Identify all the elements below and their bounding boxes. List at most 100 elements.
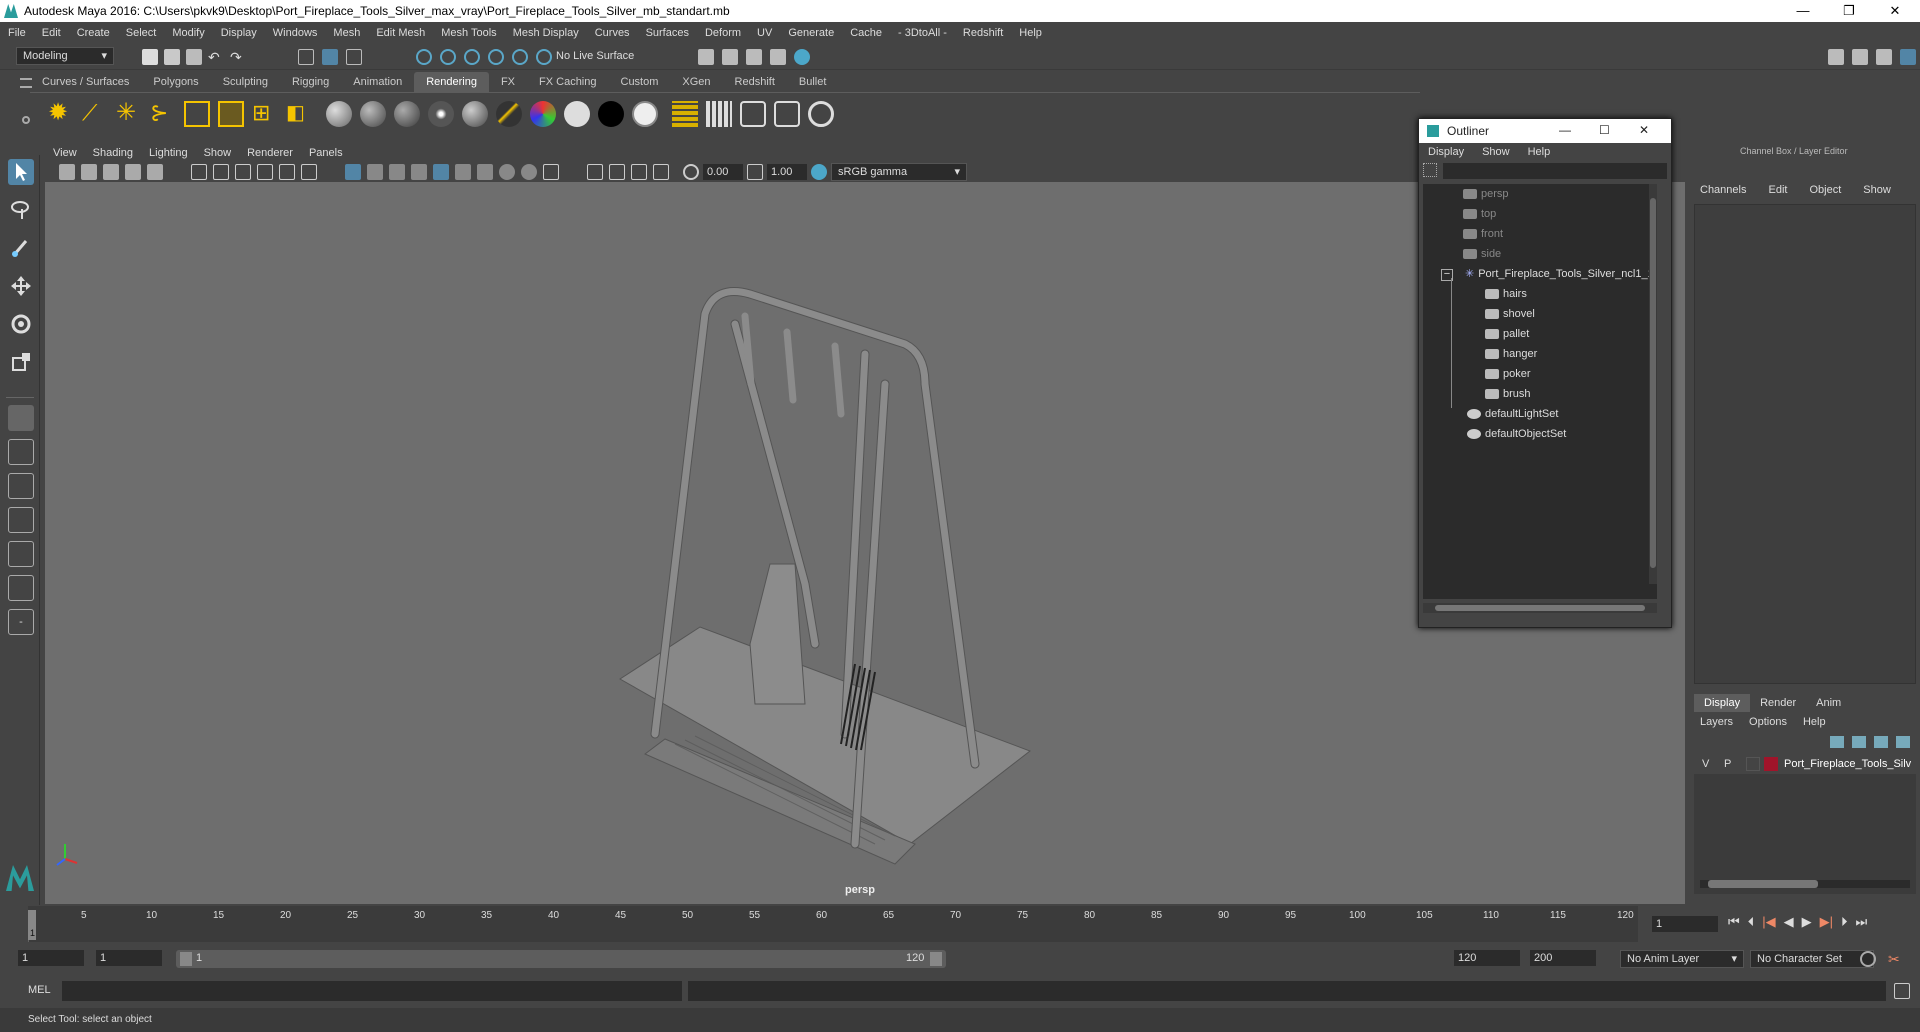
colorspace-dropdown[interactable]: sRGB gamma ▾: [831, 163, 967, 181]
new-layer-selected-icon[interactable]: [1896, 736, 1910, 748]
surface-shader-icon[interactable]: [462, 101, 488, 127]
outliner-menu-show[interactable]: Show: [1473, 146, 1519, 158]
shelf-settings-icon[interactable]: [22, 116, 30, 124]
attribute-editor-icon[interactable]: [1852, 49, 1868, 65]
xray-joints-icon[interactable]: [631, 164, 647, 180]
list-item[interactable]: brush: [1485, 384, 1531, 404]
layer-menu-help[interactable]: Help: [1803, 716, 1826, 728]
grid-toggle-icon[interactable]: [191, 164, 207, 180]
character-set-dropdown[interactable]: No Character Set: [1750, 950, 1874, 968]
color-management-icon[interactable]: [811, 164, 827, 180]
select-tool-icon[interactable]: [8, 159, 34, 185]
menu-windows[interactable]: Windows: [265, 22, 326, 44]
anim-layer-dropdown[interactable]: No Anim Layer ▾: [1620, 950, 1744, 968]
menu-redshift[interactable]: Redshift: [955, 22, 1011, 44]
mel-label[interactable]: MEL: [28, 984, 51, 996]
menu-modify[interactable]: Modify: [164, 22, 212, 44]
ipr-render-icon[interactable]: [746, 49, 762, 65]
animation-preferences-icon[interactable]: ✂: [1888, 951, 1904, 967]
directional-light-icon[interactable]: ⟋: [82, 101, 108, 127]
render-view-icon[interactable]: [698, 49, 714, 65]
bookmark-icon[interactable]: [103, 164, 119, 180]
image-plane-icon[interactable]: [125, 164, 141, 180]
layer-menu-options[interactable]: Options: [1749, 716, 1787, 728]
maximize-button[interactable]: ❐: [1826, 0, 1872, 22]
tab-rigging[interactable]: Rigging: [280, 72, 341, 92]
menu-generate[interactable]: Generate: [780, 22, 842, 44]
outliner-menu-help[interactable]: Help: [1519, 146, 1560, 158]
menu-mesh-tools[interactable]: Mesh Tools: [433, 22, 504, 44]
smooth-shade-icon[interactable]: [367, 164, 383, 180]
list-item[interactable]: persp: [1463, 184, 1509, 204]
black-swatch-icon[interactable]: [598, 101, 624, 127]
grease-pencil-icon[interactable]: [147, 164, 163, 180]
layer-move-up-icon[interactable]: [1830, 736, 1844, 748]
menu-cache[interactable]: Cache: [842, 22, 890, 44]
outliner-maximize-button[interactable]: ☐: [1599, 123, 1610, 137]
close-button[interactable]: ✕: [1872, 0, 1918, 22]
menu-3dtoall[interactable]: - 3DtoAll -: [890, 22, 955, 44]
menu-deform[interactable]: Deform: [697, 22, 749, 44]
range-start-handle[interactable]: [180, 952, 192, 966]
snap-point-icon[interactable]: [464, 49, 480, 65]
vp-menu-shading[interactable]: Shading: [85, 144, 141, 162]
render-layer-icon[interactable]: [672, 101, 698, 127]
outliner-filter-icon[interactable]: [1423, 163, 1437, 177]
scale-tool-icon[interactable]: [8, 349, 34, 375]
film-gate-icon[interactable]: [213, 164, 229, 180]
tool-settings-icon[interactable]: [1876, 49, 1892, 65]
paint-select-icon[interactable]: [8, 235, 34, 261]
step-forward-key-icon[interactable]: ⏵: [1841, 914, 1848, 930]
hypershade-icon[interactable]: [794, 49, 810, 65]
snap-live-icon[interactable]: [536, 49, 552, 65]
new-scene-icon[interactable]: [142, 49, 158, 65]
new-layer-icon[interactable]: [1874, 736, 1888, 748]
play-forwards-icon[interactable]: ▶: [1802, 914, 1812, 930]
wireframe-icon[interactable]: [345, 164, 361, 180]
snap-surface-icon[interactable]: [512, 49, 528, 65]
step-back-frame-icon[interactable]: |◀: [1762, 914, 1775, 930]
save-scene-icon[interactable]: [186, 49, 202, 65]
layer-tab-display[interactable]: Display: [1694, 694, 1751, 712]
tab-curves-surfaces[interactable]: Curves / Surfaces: [30, 72, 141, 92]
xray-icon[interactable]: [609, 164, 625, 180]
tab-redshift[interactable]: Redshift: [723, 72, 787, 92]
layer-tab-render[interactable]: Render: [1750, 694, 1806, 712]
gate-mask-icon[interactable]: [257, 164, 273, 180]
textured-icon[interactable]: [411, 164, 427, 180]
vp-menu-lighting[interactable]: Lighting: [141, 144, 196, 162]
tab-fx[interactable]: FX: [489, 72, 527, 92]
gamma-field[interactable]: 1.00: [767, 164, 807, 180]
outliner-menu-display[interactable]: Display: [1419, 146, 1473, 158]
target-icon[interactable]: [808, 101, 834, 127]
list-item[interactable]: shovel: [1485, 304, 1535, 324]
vp-menu-renderer[interactable]: Renderer: [239, 144, 301, 162]
rotate-tool-icon[interactable]: [8, 311, 34, 337]
render-settings-icon[interactable]: [770, 49, 786, 65]
wireframe-on-shaded-icon[interactable]: [389, 164, 405, 180]
list-item[interactable]: defaultObjectSet: [1467, 424, 1566, 444]
shadows-icon[interactable]: [455, 164, 471, 180]
depth-of-field-icon[interactable]: [543, 164, 559, 180]
time-slider[interactable]: 1 5 10 15 20 25 30 35 40 45 50 55 60 65 …: [28, 906, 1638, 942]
outliner-minimize-button[interactable]: —: [1559, 123, 1571, 137]
tab-custom[interactable]: Custom: [609, 72, 671, 92]
go-to-start-icon[interactable]: ⏮: [1728, 914, 1740, 930]
range-slider[interactable]: 1 120: [176, 950, 946, 968]
anti-aliasing-icon[interactable]: [521, 164, 537, 180]
isolate-select-icon[interactable]: [587, 164, 603, 180]
tab-animation[interactable]: Animation: [341, 72, 414, 92]
modeling-toolkit-icon[interactable]: [1828, 49, 1844, 65]
layer-menu-layers[interactable]: Layers: [1700, 716, 1733, 728]
menu-uv[interactable]: UV: [749, 22, 780, 44]
outliner-window[interactable]: Outliner — ☐ ✕ Display Show Help persp t…: [1418, 118, 1672, 628]
outliner-close-button[interactable]: ✕: [1639, 123, 1649, 137]
outliner-vertical-scrollbar[interactable]: [1649, 184, 1657, 584]
menu-create[interactable]: Create: [69, 22, 118, 44]
auto-key-icon[interactable]: [1860, 951, 1876, 967]
select-hierarchy-icon[interactable]: [298, 49, 314, 65]
animation-end-field[interactable]: 200: [1530, 950, 1596, 966]
menu-edit-mesh[interactable]: Edit Mesh: [368, 22, 433, 44]
light-editor-icon[interactable]: ◧: [286, 101, 312, 127]
tab-sculpting[interactable]: Sculpting: [211, 72, 280, 92]
